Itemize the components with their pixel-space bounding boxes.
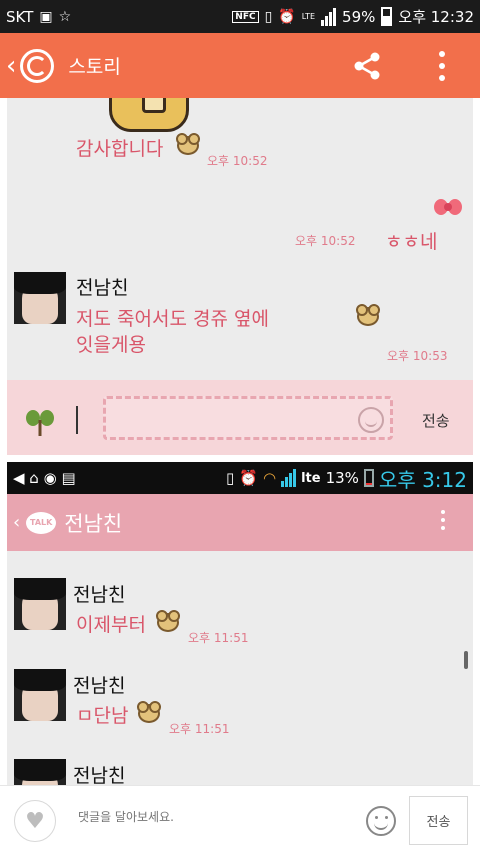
sender-name: 전남친 (73, 765, 126, 785)
story-logo-icon[interactable] (20, 48, 55, 83)
clock: 오후 12:32 (398, 8, 474, 26)
chat-input-bar: 전송 (7, 380, 473, 455)
signal-icon (321, 7, 337, 26)
message-time: 오후 11:51 (188, 631, 249, 645)
message-time: 오후 10:53 (387, 349, 448, 363)
chat-screenshot-2-status-bar: ◀ ⌂ ◉ ▤ ▯ ⏰ ◠ lte 13% 오후 3:12 (7, 462, 473, 494)
wifi-icon: ◠ (262, 469, 277, 487)
status-bar: SKT ▣ ☆ NFC ▯ ⏰ LTE 59% 오후 12:32 (0, 0, 480, 33)
heart-icon[interactable]: ♥ (14, 800, 56, 842)
send-button[interactable]: 전송 (409, 796, 468, 845)
message-text: 저도 죽어서도 경쥬 옆에 (76, 308, 269, 330)
bear-emoticon-icon (137, 701, 161, 723)
bear-emoticon-icon (156, 610, 180, 632)
app-title: 스토리 (68, 56, 121, 78)
back-icon[interactable]: ‹ (6, 53, 16, 79)
smile-icon[interactable] (358, 407, 384, 433)
chat-screenshot-1: 감사합니다 오후 10:52 오후 10:52 ㅎㅎ네 전남친 저도 죽어서도 … (7, 98, 473, 455)
text-cursor (76, 406, 78, 434)
message-time: 오후 10:52 (207, 154, 268, 168)
talk-icon: TALK (26, 511, 57, 534)
lte-label: lte (301, 470, 321, 486)
message-input[interactable] (103, 396, 393, 440)
message-text: ㅁ단남 (76, 705, 129, 727)
sender-name: 전남친 (73, 675, 126, 697)
more-icon[interactable] (439, 51, 445, 81)
battery-icon (381, 7, 393, 26)
send-button[interactable]: 전송 (422, 410, 450, 431)
chat-screenshot-2: 전남친 이제부터 오후 11:51 전남친 ㅁ단남 오후 11:51 전남친 (7, 551, 473, 785)
share-icon[interactable] (352, 51, 382, 81)
bear-sticker-icon (109, 98, 189, 132)
comment-input[interactable] (78, 810, 358, 824)
bear-emoticon-icon (356, 304, 380, 326)
chat-title: 전남친 (64, 511, 123, 536)
alarm-icon: ⏰ (239, 469, 258, 487)
battery-percent: 13% (325, 469, 359, 487)
vibrate-icon: ▯ (264, 8, 273, 25)
emoji-icon[interactable] (366, 806, 396, 836)
scrollbar[interactable] (464, 651, 468, 669)
nfc-icon: NFC (232, 10, 259, 23)
message-text: 이제부터 (76, 614, 146, 636)
notification-icons: ◀ ⌂ ◉ ▤ (13, 469, 76, 487)
lte-icon: LTE (301, 12, 316, 21)
avatar[interactable] (14, 578, 66, 630)
avatar[interactable] (14, 669, 66, 721)
star-icon: ☆ (58, 8, 72, 25)
sprout-icon[interactable] (25, 408, 55, 438)
bear-emoticon-icon (176, 133, 200, 155)
message-text: 잇을게용 (76, 334, 146, 356)
message-time: 오후 10:52 (295, 234, 356, 248)
sender-name: 전남친 (76, 277, 129, 299)
phone-icon: ▯ (226, 469, 235, 487)
chat-screenshot-2-bar: ‹ TALK 전남친 (7, 494, 473, 551)
clock: 오후 3:12 (378, 467, 467, 492)
battery-percent: 59% (342, 7, 376, 26)
app-bar: ‹ 스토리 (0, 33, 480, 98)
sender-name: 전남친 (73, 584, 126, 606)
comment-bar: ♥ 전송 (0, 785, 480, 853)
more-icon[interactable] (441, 510, 445, 530)
battery-icon (363, 469, 374, 487)
carrier-label: SKT (6, 7, 34, 26)
image-icon: ▣ (39, 8, 53, 25)
message-time: 오후 11:51 (169, 722, 230, 736)
signal-icon (281, 469, 297, 487)
message-text: ㅎㅎ네 (385, 231, 438, 253)
avatar[interactable] (14, 759, 66, 785)
avatar[interactable] (14, 272, 66, 324)
back-icon[interactable]: ‹ (13, 512, 20, 533)
message-text: 감사합니다 (76, 138, 164, 160)
ribbon-icon (434, 199, 462, 215)
alarm-icon: ⏰ (278, 8, 296, 25)
